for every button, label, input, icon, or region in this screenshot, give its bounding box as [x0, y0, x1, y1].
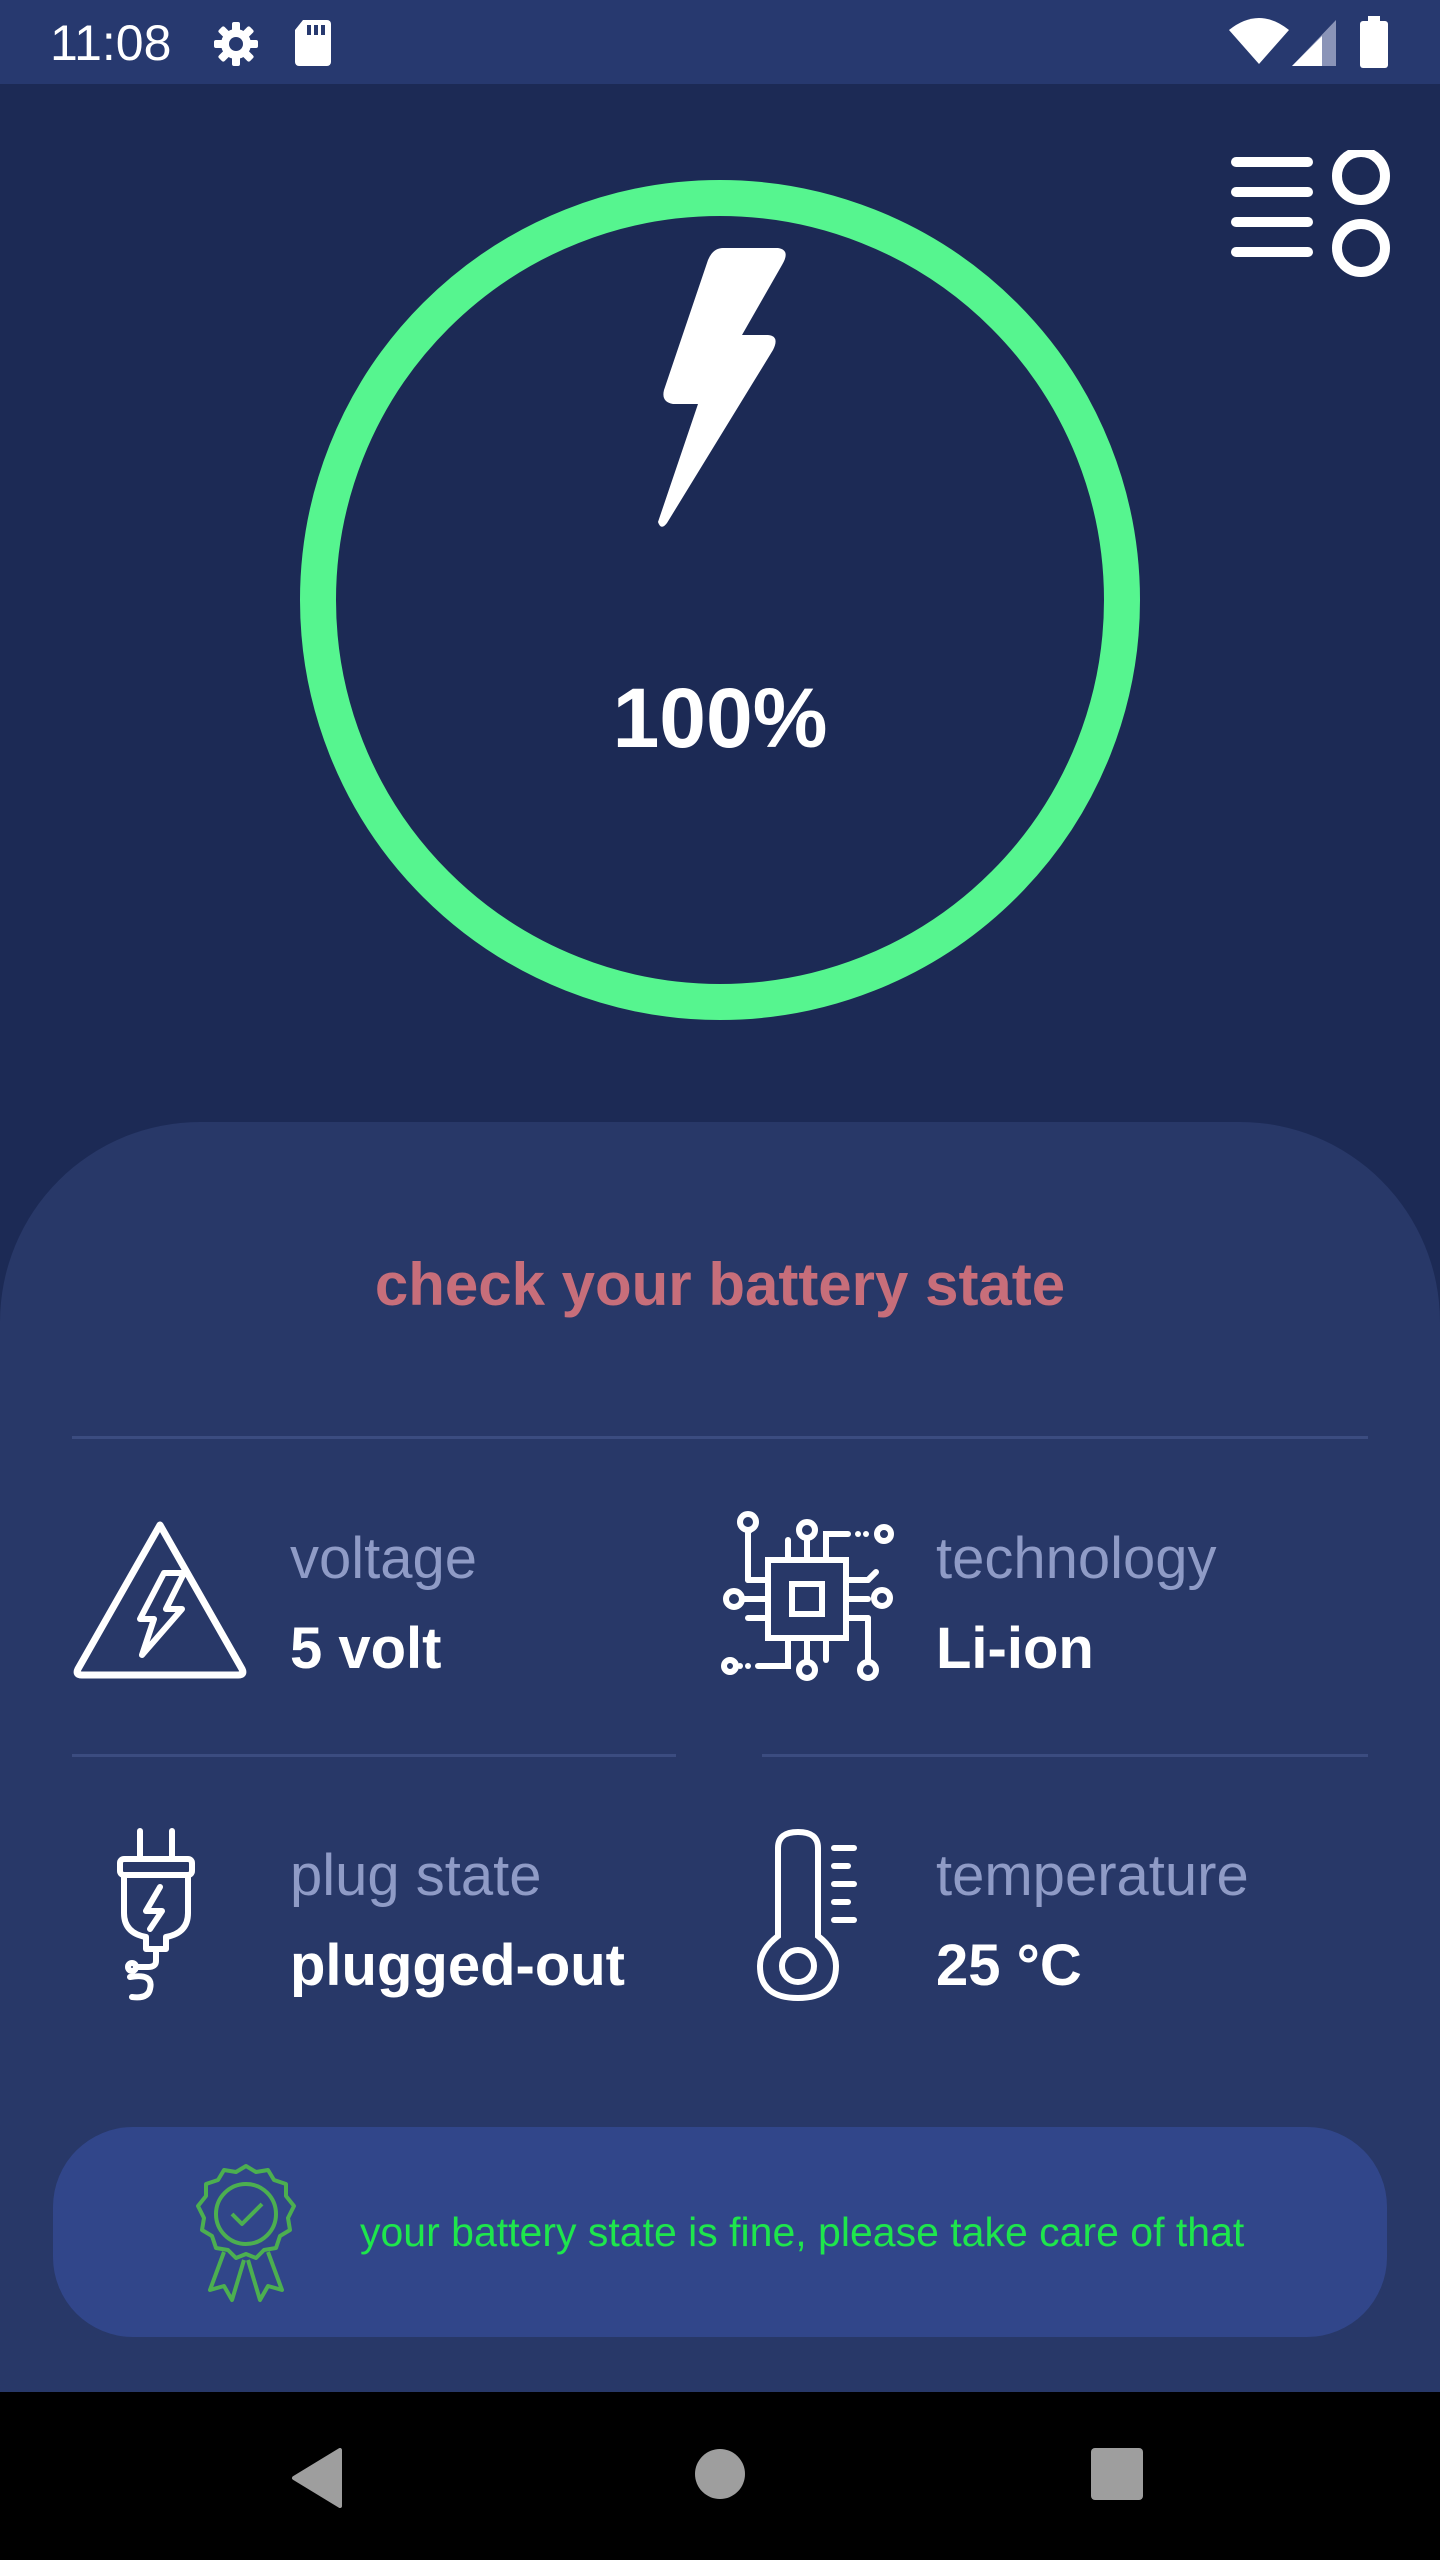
divider [762, 1754, 1368, 1757]
gear-icon [214, 22, 258, 66]
plug-state-value: plugged-out [290, 1933, 626, 1998]
recents-icon[interactable] [1091, 2448, 1143, 2500]
status-bar: 11:08 [0, 0, 1440, 84]
battery-icon [1360, 16, 1388, 68]
plug-state-label: plug state [290, 1843, 542, 1908]
voltage-value: 5 volt [290, 1616, 442, 1681]
divider [72, 1436, 1368, 1439]
back-icon[interactable] [290, 2448, 346, 2508]
divider [72, 1754, 676, 1757]
lightning-bolt-icon [658, 248, 786, 527]
signal-icon [1292, 20, 1336, 66]
battery-level-ring [300, 180, 1140, 1020]
temperature-value: 25 °C [936, 1933, 1082, 1998]
award-badge-icon [196, 2164, 296, 2302]
wifi-icon [1229, 18, 1289, 64]
sd-card-icon [295, 20, 331, 66]
battery-status-message: your battery state is fine, please take … [360, 2209, 1245, 2255]
technology-label: technology [936, 1526, 1217, 1591]
temperature-label: temperature [936, 1843, 1249, 1908]
panel-title: check your battery state [374, 1251, 1066, 1318]
home-icon[interactable] [694, 2448, 746, 2500]
thermometer-icon [756, 1828, 857, 2002]
technology-value: Li-ion [936, 1616, 1094, 1681]
battery-percentage: 100% [612, 671, 828, 765]
status-time: 11:08 [50, 15, 172, 71]
settings-menu-icon[interactable] [1228, 150, 1392, 282]
voltage-label: voltage [290, 1526, 478, 1591]
power-plug-icon [117, 1828, 195, 2001]
circuit-chip-icon [721, 1511, 894, 1681]
high-voltage-warning-icon [73, 1521, 247, 1679]
